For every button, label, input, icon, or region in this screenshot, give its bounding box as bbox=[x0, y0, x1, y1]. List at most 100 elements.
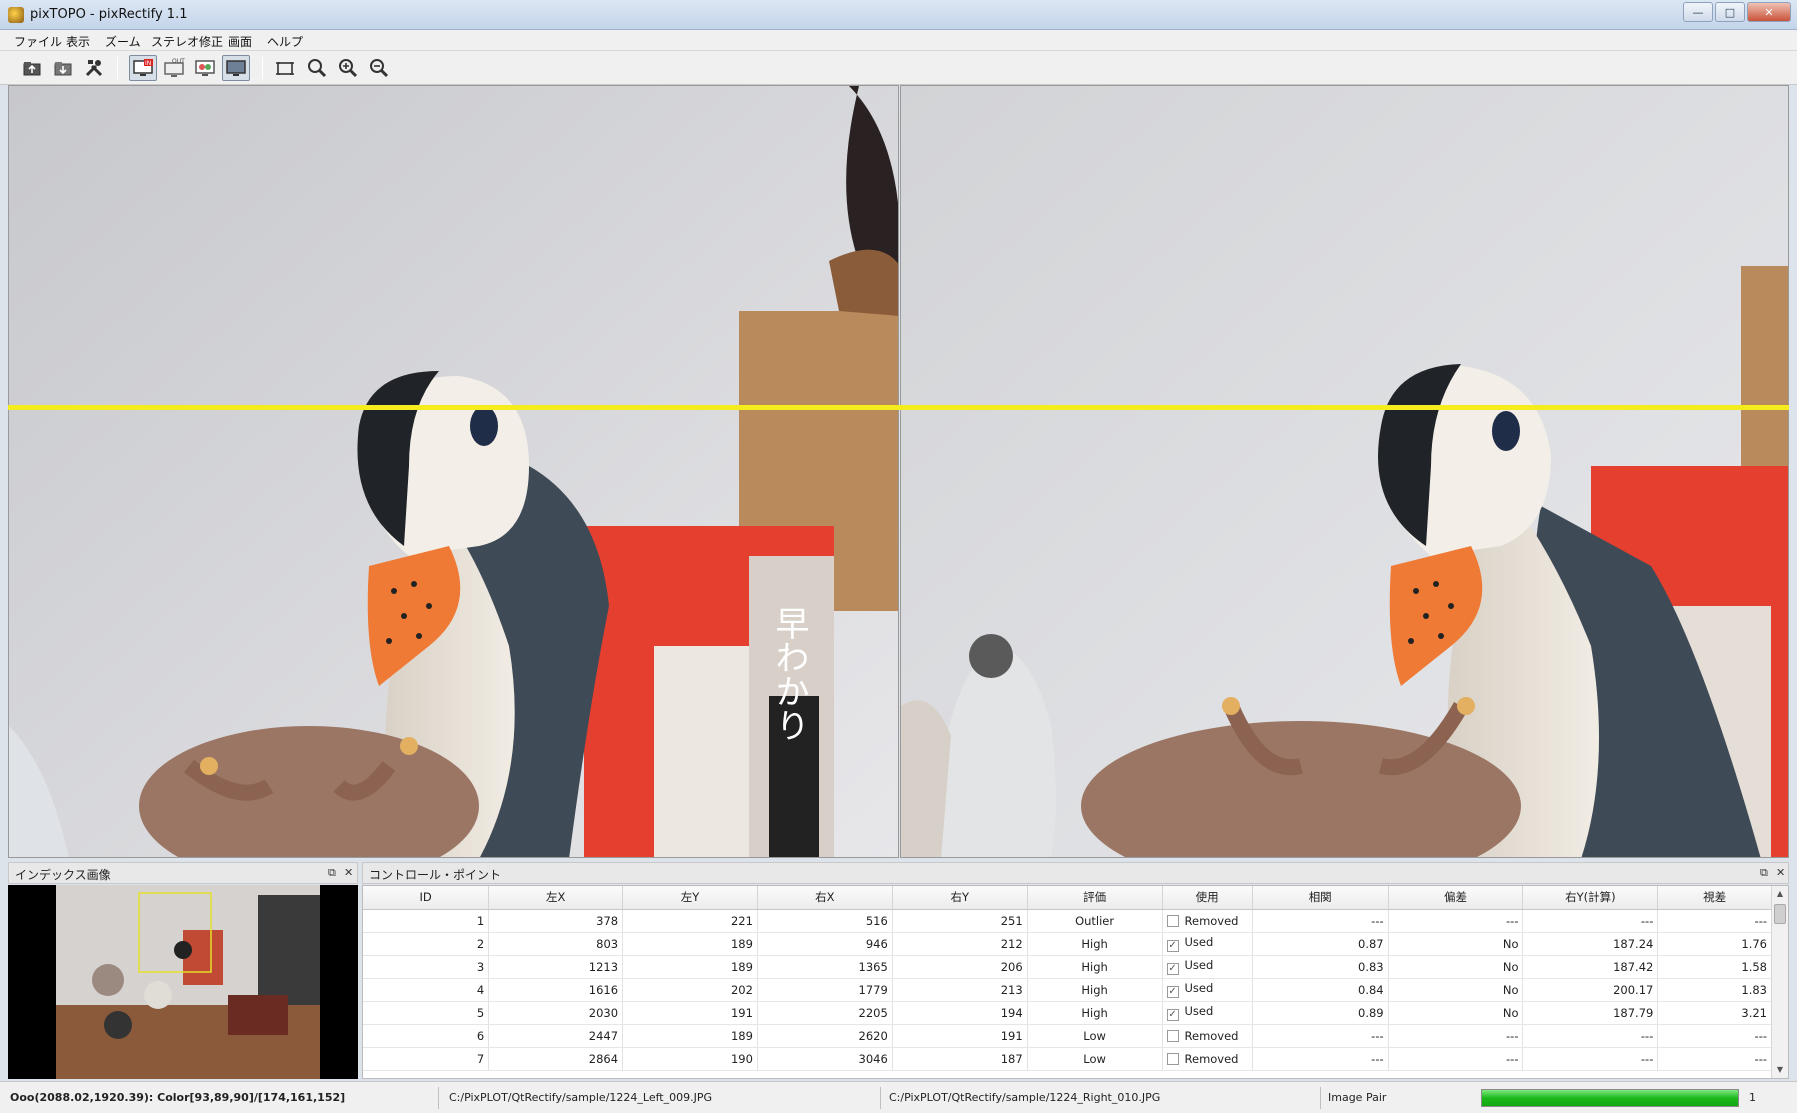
column-header-parallax[interactable]: 視差 bbox=[1657, 886, 1772, 910]
column-header-deviation[interactable]: 偏差 bbox=[1388, 886, 1524, 910]
column-header-right-y[interactable]: 右Y bbox=[892, 886, 1028, 910]
cell-correlation: --- bbox=[1252, 1024, 1389, 1048]
fit-window-icon bbox=[276, 62, 294, 75]
zoom-actual-button[interactable] bbox=[302, 55, 330, 81]
column-header-right-y-calc[interactable]: 右Y(計算) bbox=[1522, 886, 1659, 910]
output-view-button[interactable]: OUT bbox=[160, 55, 188, 81]
status-right-file: C:/PixPLOT/QtRectify/sample/1224_Right_0… bbox=[889, 1091, 1161, 1104]
tools-button[interactable] bbox=[80, 55, 108, 81]
cell-id: 7 bbox=[363, 1047, 490, 1071]
use-checkbox[interactable]: ✓ bbox=[1166, 940, 1179, 952]
control-points-panel-title: コントロール・ポイント bbox=[362, 862, 1789, 884]
column-header-left-y[interactable]: 左Y bbox=[622, 886, 758, 910]
scrollbar-thumb[interactable] bbox=[1774, 904, 1786, 924]
cell-parallax: 1.76 bbox=[1657, 932, 1772, 956]
table-vertical-scrollbar[interactable]: ▲ ▼ bbox=[1771, 886, 1788, 1078]
left-stereo-image: 早わかり bbox=[9, 86, 898, 857]
control-points-float-icon[interactable]: ⧉ bbox=[1760, 866, 1768, 880]
open-folder-button[interactable] bbox=[18, 55, 46, 81]
column-header-correlation[interactable]: 相関 bbox=[1252, 886, 1389, 910]
menu-view[interactable]: 表示 bbox=[66, 33, 90, 50]
cell-evaluation: High bbox=[1027, 1001, 1163, 1025]
progress-bar bbox=[1481, 1089, 1739, 1107]
minimize-button[interactable]: — bbox=[1683, 2, 1713, 22]
zoom-in-icon bbox=[339, 59, 358, 78]
maximize-button[interactable]: □ bbox=[1715, 2, 1745, 22]
right-image-view[interactable] bbox=[900, 85, 1789, 858]
left-image-view[interactable]: 早わかり bbox=[8, 85, 899, 858]
column-header-evaluation[interactable]: 評価 bbox=[1027, 886, 1163, 910]
cell-id: 5 bbox=[363, 1001, 490, 1025]
zoom-out-button[interactable] bbox=[364, 55, 392, 81]
save-button[interactable] bbox=[49, 55, 77, 81]
cell-right-y: 213 bbox=[892, 978, 1028, 1002]
control-points-table[interactable]: ID 左X 左Y 右X 右Y 評価 使用 相関 偏差 右Y(計算) 視差 1 3… bbox=[362, 885, 1789, 1079]
zoom-actual-icon bbox=[308, 59, 327, 78]
cell-correlation: --- bbox=[1252, 909, 1389, 933]
input-view-button[interactable]: IN bbox=[129, 55, 157, 81]
cell-deviation: --- bbox=[1388, 1047, 1524, 1071]
cell-correlation: 0.89 bbox=[1252, 1001, 1389, 1025]
cell-right-y-calc: --- bbox=[1522, 1024, 1659, 1048]
table-row[interactable]: 5 2030 191 2205 194 High ✓ Used 0.89 No 1… bbox=[363, 1001, 1772, 1025]
index-panel-float-icon[interactable]: ⧉ bbox=[328, 866, 336, 880]
cell-deviation: No bbox=[1388, 978, 1524, 1002]
table-row[interactable]: 7 2864 190 3046 187 Low Removed --- --- … bbox=[363, 1047, 1772, 1071]
display-view-button[interactable] bbox=[222, 55, 250, 81]
monitor-display-icon bbox=[226, 60, 246, 76]
use-checkbox[interactable]: ✓ bbox=[1166, 986, 1179, 998]
cell-left-y: 191 bbox=[622, 1001, 758, 1025]
table-row[interactable]: 3 1213 189 1365 206 High ✓ Used 0.83 No 1… bbox=[363, 955, 1772, 979]
index-thumbnail bbox=[8, 885, 320, 1079]
cell-deviation: --- bbox=[1388, 909, 1524, 933]
use-checkbox[interactable]: ✓ bbox=[1166, 1009, 1179, 1021]
cell-left-y: 190 bbox=[622, 1047, 758, 1071]
epipolar-line bbox=[8, 405, 1789, 410]
cell-left-x: 1616 bbox=[488, 978, 624, 1002]
scroll-down-icon[interactable]: ▼ bbox=[1772, 1062, 1788, 1078]
cell-left-x: 2030 bbox=[488, 1001, 624, 1025]
cell-right-x: 1779 bbox=[757, 978, 893, 1002]
use-checkbox[interactable]: ✓ bbox=[1166, 963, 1179, 975]
close-button[interactable]: ✕ bbox=[1747, 2, 1791, 22]
control-points-close-icon[interactable]: ✕ bbox=[1776, 866, 1785, 879]
column-header-id[interactable]: ID bbox=[363, 886, 490, 910]
window-controls: — □ ✕ bbox=[1683, 2, 1791, 22]
scroll-up-icon[interactable]: ▲ bbox=[1772, 886, 1788, 902]
cell-use: ✓ Used bbox=[1162, 932, 1253, 956]
table-row[interactable]: 6 2447 189 2620 191 Low Removed --- --- … bbox=[363, 1024, 1772, 1048]
index-image-view[interactable] bbox=[8, 885, 358, 1079]
use-checkbox[interactable] bbox=[1166, 1029, 1179, 1042]
menu-file[interactable]: ファイル bbox=[14, 33, 62, 50]
cell-use: Removed bbox=[1162, 909, 1253, 933]
index-panel-close-icon[interactable]: ✕ bbox=[344, 866, 353, 879]
status-separator bbox=[880, 1087, 881, 1109]
toolbar: IN OUT bbox=[0, 51, 1797, 85]
cell-right-y-calc: 200.17 bbox=[1522, 978, 1659, 1002]
status-coordinates: Ooo(2088.02,1920.39): Color[93,89,90]/[1… bbox=[10, 1091, 346, 1104]
menu-screen[interactable]: 画面 bbox=[228, 33, 252, 50]
menu-stereo-rectify[interactable]: ステレオ修正 bbox=[151, 33, 223, 50]
table-row[interactable]: 2 803 189 946 212 High ✓ Used 0.87 No 187… bbox=[363, 932, 1772, 956]
index-panel-title: インデックス画像 bbox=[8, 862, 358, 884]
cell-use: Removed bbox=[1162, 1024, 1253, 1048]
cell-correlation: --- bbox=[1252, 1047, 1389, 1071]
use-checkbox[interactable] bbox=[1166, 1052, 1179, 1065]
cell-right-y-calc: --- bbox=[1522, 1047, 1659, 1071]
menu-help[interactable]: ヘルプ bbox=[267, 33, 303, 50]
table-row[interactable]: 1 378 221 516 251 Outlier Removed --- --… bbox=[363, 909, 1772, 933]
cell-parallax: 3.21 bbox=[1657, 1001, 1772, 1025]
app-icon bbox=[8, 7, 24, 23]
use-checkbox[interactable] bbox=[1166, 914, 1179, 927]
cell-right-y-calc: 187.24 bbox=[1522, 932, 1659, 956]
column-header-right-x[interactable]: 右X bbox=[757, 886, 893, 910]
column-header-use[interactable]: 使用 bbox=[1162, 886, 1253, 910]
cell-evaluation: High bbox=[1027, 955, 1163, 979]
menu-zoom[interactable]: ズーム bbox=[105, 33, 141, 50]
fit-window-button[interactable] bbox=[271, 55, 299, 81]
title-bar: pixTOPO - pixRectify 1.1 — □ ✕ bbox=[0, 0, 1797, 30]
table-row[interactable]: 4 1616 202 1779 213 High ✓ Used 0.84 No 2… bbox=[363, 978, 1772, 1002]
zoom-in-button[interactable] bbox=[333, 55, 361, 81]
column-header-left-x[interactable]: 左X bbox=[488, 886, 624, 910]
compare-view-button[interactable] bbox=[191, 55, 219, 81]
